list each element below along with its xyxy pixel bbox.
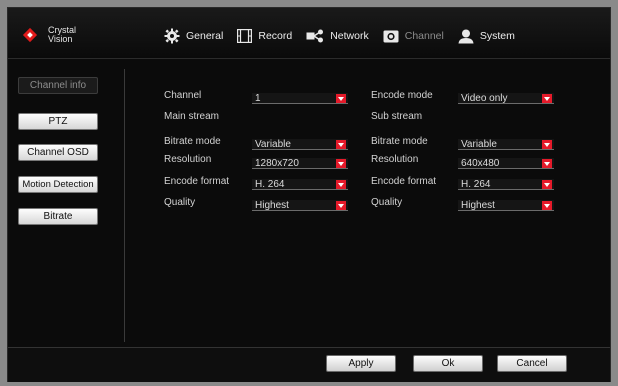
sub-quality-select[interactable]: Highest	[458, 200, 554, 211]
panel-divider	[124, 69, 125, 342]
channel-select[interactable]: 1	[252, 93, 348, 104]
chevron-down-icon	[336, 201, 346, 210]
chevron-down-icon	[336, 140, 346, 149]
channel-select-value: 1	[255, 93, 261, 104]
sub-bitrate-mode-select[interactable]: Variable	[458, 139, 554, 150]
settings-window: Crystal Vision General Record Network Ch…	[7, 7, 611, 382]
footer-bar: Apply Ok Cancel	[8, 347, 610, 382]
sub-quality-label: Quality	[371, 197, 403, 208]
sidebar-item-motion-detection[interactable]: Motion Detection	[18, 176, 98, 193]
menu-channel-label: Channel	[404, 30, 444, 42]
encode-mode-select[interactable]: Video only	[458, 93, 554, 104]
chevron-down-icon	[542, 140, 552, 149]
sidebar-item-channel-info[interactable]: Channel info	[18, 77, 98, 94]
main-resolution-select[interactable]: 1280x720	[252, 158, 348, 169]
chevron-down-icon	[542, 180, 552, 189]
ok-button[interactable]: Ok	[413, 355, 483, 372]
main-quality-select[interactable]: Highest	[252, 200, 348, 211]
brand-logo: Crystal Vision	[22, 26, 76, 44]
chevron-down-icon	[336, 180, 346, 189]
menu-network-label: Network	[330, 30, 369, 42]
main-bitrate-mode-label: Bitrate mode	[164, 136, 221, 147]
channel-label: Channel	[164, 90, 202, 101]
menu-network[interactable]: Network	[306, 29, 369, 43]
top-bar: Crystal Vision General Record Network Ch…	[8, 8, 610, 59]
encode-mode-select-value: Video only	[461, 93, 508, 104]
chevron-down-icon	[542, 94, 552, 103]
sidebar: Channel info PTZ Channel OSD Motion Dete…	[8, 59, 124, 351]
cancel-button[interactable]: Cancel	[497, 355, 567, 372]
menu-record-label: Record	[258, 30, 293, 42]
menu-channel[interactable]: Channel	[383, 30, 444, 43]
share-network-icon	[306, 29, 324, 43]
main-resolution-label: Resolution	[164, 154, 212, 165]
main-quality-value: Highest	[255, 200, 289, 211]
logo-text: Crystal Vision	[48, 26, 76, 44]
main-encode-format-label: Encode format	[164, 176, 230, 187]
logo-line-2: Vision	[48, 34, 73, 44]
sidebar-item-channel-osd[interactable]: Channel OSD	[18, 144, 98, 161]
chevron-down-icon	[336, 94, 346, 103]
chevron-down-icon	[336, 159, 346, 168]
main-stream-heading: Main stream	[164, 111, 220, 122]
sub-stream-heading: Sub stream	[371, 111, 423, 122]
sub-bitrate-mode-value: Variable	[461, 139, 497, 150]
menu-record[interactable]: Record	[237, 29, 292, 43]
chevron-down-icon	[542, 159, 552, 168]
main-bitrate-mode-select[interactable]: Variable	[252, 139, 348, 150]
menu-general-label: General	[186, 30, 224, 42]
sub-encode-format-select[interactable]: H. 264	[458, 179, 554, 190]
main-bitrate-mode-value: Variable	[255, 139, 291, 150]
encode-mode-label: Encode mode	[371, 90, 433, 101]
menu-system[interactable]: System	[458, 29, 515, 44]
main-menu: General Record Network Channel System	[164, 28, 529, 44]
sub-resolution-label: Resolution	[371, 154, 419, 165]
logo-diamond-icon	[22, 27, 38, 43]
main-resolution-value: 1280x720	[255, 158, 299, 169]
camera-icon	[383, 30, 399, 42]
film-icon	[237, 29, 253, 43]
apply-button[interactable]: Apply	[326, 355, 396, 372]
sub-encode-format-value: H. 264	[461, 179, 491, 190]
main-encode-format-select[interactable]: H. 264	[252, 179, 348, 190]
gear-icon	[164, 28, 180, 44]
sidebar-item-bitrate[interactable]: Bitrate	[18, 208, 98, 225]
sub-resolution-select[interactable]: 640x480	[458, 158, 554, 169]
sub-resolution-value: 640x480	[461, 158, 500, 169]
chevron-down-icon	[542, 201, 552, 210]
sidebar-item-ptz[interactable]: PTZ	[18, 113, 98, 130]
menu-system-label: System	[479, 30, 515, 42]
sub-quality-value: Highest	[461, 200, 495, 211]
user-icon	[458, 29, 474, 43]
sub-bitrate-mode-label: Bitrate mode	[371, 136, 428, 147]
main-quality-label: Quality	[164, 197, 196, 208]
main-encode-format-value: H. 264	[255, 179, 285, 190]
menu-general[interactable]: General	[164, 28, 223, 44]
sub-encode-format-label: Encode format	[371, 176, 437, 187]
